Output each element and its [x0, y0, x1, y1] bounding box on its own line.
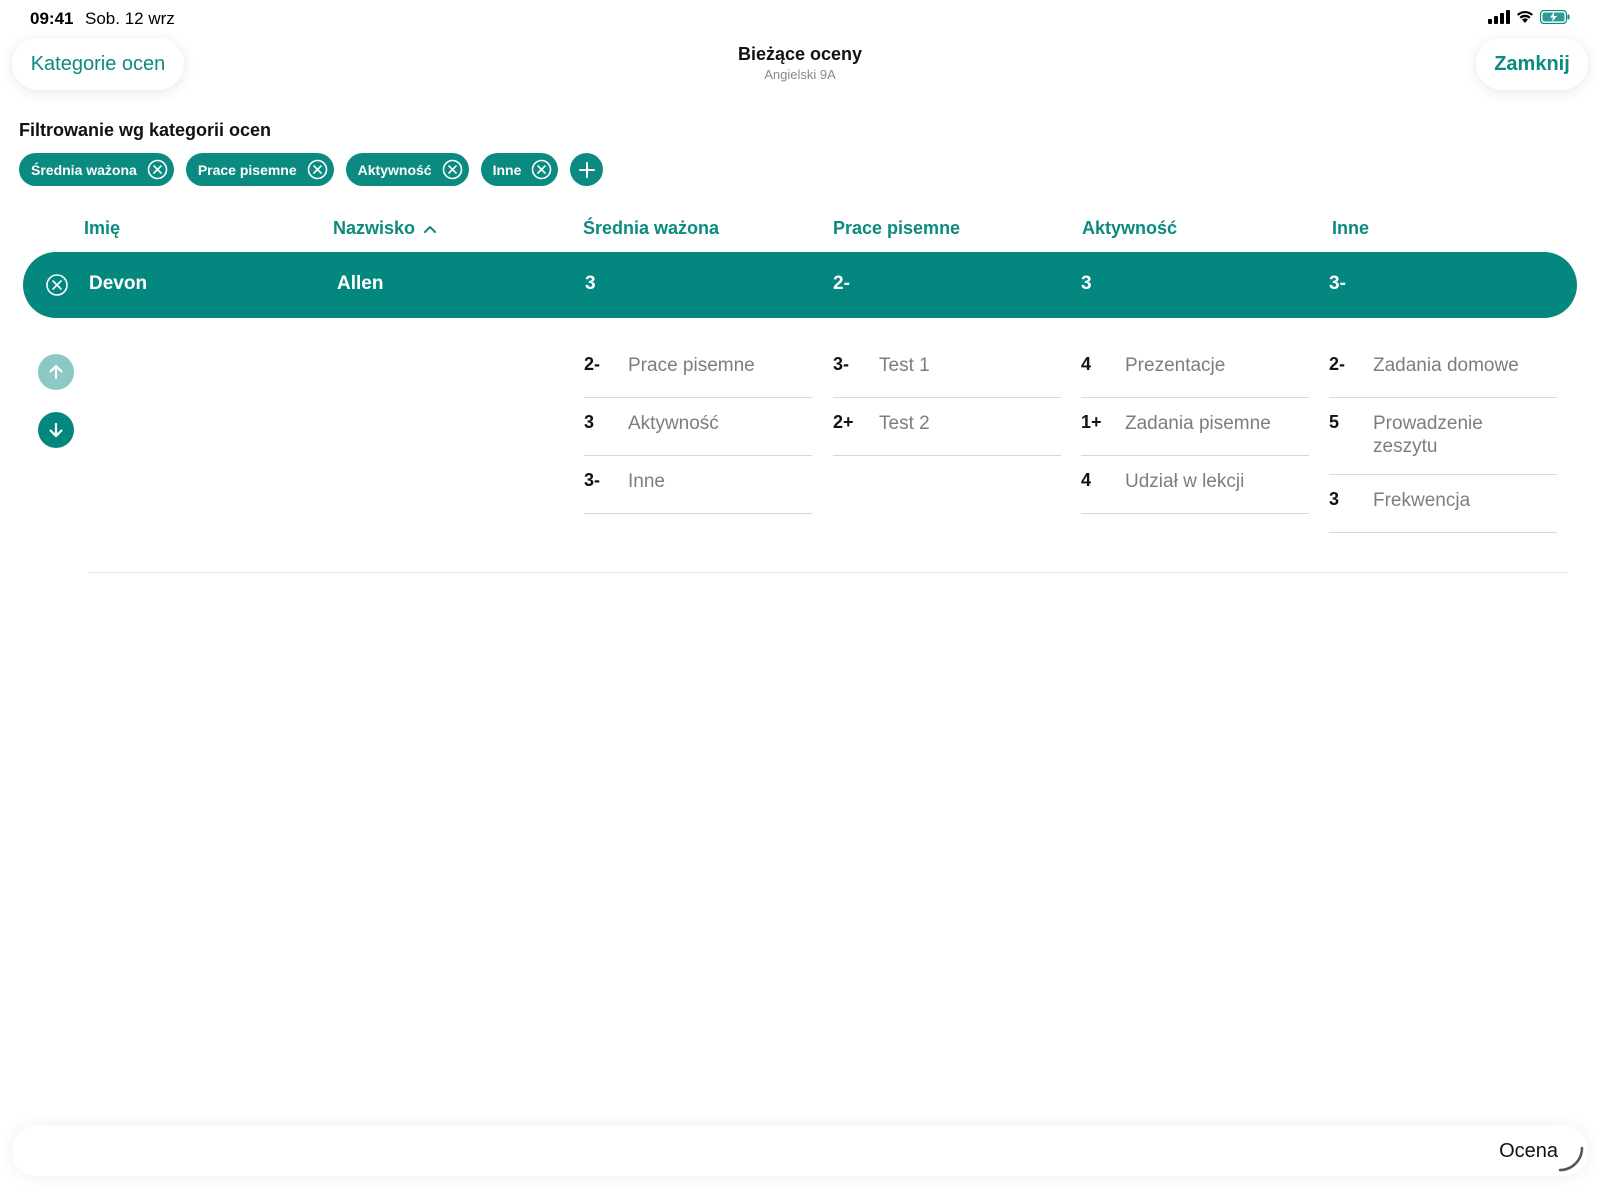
column-header-srednia[interactable]: Średnia ważona: [583, 218, 719, 239]
battery-icon: [1540, 10, 1570, 24]
status-bar: 09:41 Sob. 12 wrz: [0, 0, 1600, 36]
detail-grade: 3-: [833, 354, 850, 374]
column-header-first-name[interactable]: Imię: [84, 218, 120, 239]
detail-category: Test 1: [879, 355, 930, 376]
filter-chip-srednia[interactable]: Średnia ważona: [19, 153, 174, 186]
next-student-button[interactable]: [38, 412, 74, 448]
detail-category: Inne: [628, 471, 665, 492]
column-header-prace[interactable]: Prace pisemne: [833, 218, 960, 239]
arrow-up-icon: [49, 364, 63, 380]
column-header-last-name[interactable]: Nazwisko: [333, 218, 437, 239]
detail-column-aktywnosc: 4 Prezentacje 1+ Zadania pisemne 4 Udzia…: [1081, 340, 1309, 514]
list-item: 3 Frekwencja: [1329, 475, 1557, 533]
filter-chip-aktywnosc[interactable]: Aktywność: [345, 153, 469, 186]
status-icons: [1488, 10, 1570, 24]
page-subtitle: Angielski 9A: [764, 67, 836, 82]
detail-category: Prezentacje: [1125, 355, 1226, 376]
detail-grade: 2+: [833, 412, 854, 432]
detail-category: Prowadzenie zeszytu: [1373, 413, 1483, 457]
detail-category: Test 2: [879, 413, 930, 434]
chip-label: Aktywność: [357, 161, 432, 178]
detail-grade: 2-: [584, 354, 601, 374]
column-header-label: Imię: [84, 218, 121, 238]
detail-grade: 4: [1081, 354, 1092, 374]
table-row-selected[interactable]: Devon Allen 3 2- 3 3-: [23, 252, 1577, 318]
arrow-down-icon: [49, 422, 63, 438]
previous-student-button[interactable]: [38, 354, 74, 390]
column-header-inne[interactable]: Inne: [1332, 218, 1369, 239]
detail-category: Prace pisemne: [628, 355, 755, 376]
deselect-row-icon[interactable]: [44, 272, 70, 298]
divider: [88, 572, 1568, 573]
column-header-label: Średnia ważona: [583, 218, 720, 238]
detail-grade: 1+: [1081, 412, 1102, 432]
list-item: 5 Prowadzenie zeszytu: [1329, 398, 1557, 475]
remove-chip-icon[interactable]: [147, 159, 168, 180]
column-header-aktywnosc[interactable]: Aktywność: [1082, 218, 1177, 239]
cell-inne: 3-: [1329, 273, 1346, 294]
detail-grade: 4: [1081, 470, 1092, 490]
detail-category: Zadania domowe: [1373, 355, 1519, 376]
add-filter-button[interactable]: [570, 153, 604, 186]
column-header-label: Nazwisko: [333, 218, 416, 238]
filter-chip-inne[interactable]: Inne: [480, 153, 559, 186]
cell-first-name: Devon: [89, 273, 148, 294]
plus-icon: [578, 161, 595, 178]
list-item: 2- Zadania domowe: [1329, 340, 1557, 398]
remove-chip-icon[interactable]: [442, 159, 463, 180]
list-item: 3- Test 1: [833, 340, 1061, 398]
remove-chip-icon[interactable]: [307, 159, 328, 180]
detail-category: Zadania pisemne: [1125, 413, 1271, 434]
remove-chip-icon[interactable]: [531, 159, 552, 180]
detail-grade: 2-: [1329, 354, 1346, 374]
cell-prace: 2-: [833, 273, 850, 294]
sort-ascending-icon: [424, 225, 437, 233]
detail-grade: 3: [584, 412, 595, 432]
close-button[interactable]: Zamknij: [1476, 38, 1588, 90]
column-header-label: Prace pisemne: [833, 218, 961, 238]
status-time: 09:41: [30, 9, 74, 28]
chip-label: Inne: [492, 161, 522, 178]
status-date: Sob. 12 wrz: [85, 9, 175, 28]
column-header-label: Aktywność: [1082, 218, 1178, 238]
wifi-icon: [1517, 11, 1533, 23]
chip-label: Prace pisemne: [197, 161, 297, 178]
cell-aktywnosc: 3: [1081, 273, 1092, 294]
cell-srednia: 3: [585, 273, 596, 294]
detail-column-inne: 2- Zadania domowe 5 Prowadzenie zeszytu …: [1329, 340, 1557, 533]
list-item: 1+ Zadania pisemne: [1081, 398, 1309, 456]
detail-grade: 5: [1329, 412, 1340, 432]
detail-category: Aktywność: [628, 413, 719, 434]
cell-last-name: Allen: [337, 273, 384, 294]
column-header-label: Inne: [1332, 218, 1370, 238]
list-item: 3 Aktywność: [584, 398, 812, 456]
detail-grade: 3-: [584, 470, 601, 490]
detail-category: Frekwencja: [1373, 490, 1471, 511]
list-item: 4 Udział w lekcji: [1081, 456, 1309, 514]
detail-grade: 3: [1329, 489, 1340, 509]
signal-icon: [1488, 10, 1510, 24]
filter-label: Filtrowanie wg kategorii ocen: [19, 120, 272, 140]
chip-label: Średnia ważona: [31, 161, 137, 178]
detail-category: Udział w lekcji: [1125, 471, 1245, 492]
list-item: 2+ Test 2: [833, 398, 1061, 456]
bottom-bar[interactable]: Ocena: [12, 1126, 1588, 1176]
grade-label: Ocena: [1499, 1140, 1558, 1162]
page-title: Bieżące oceny: [737, 44, 863, 64]
list-item: 3- Inne: [584, 456, 812, 514]
filter-chip-prace[interactable]: Prace pisemne: [185, 153, 334, 186]
detail-column-prace: 3- Test 1 2+ Test 2: [833, 340, 1061, 456]
filter-chips: Średnia ważona Prace pisemne Aktywność I…: [19, 153, 604, 186]
list-item: 4 Prezentacje: [1081, 340, 1309, 398]
detail-column-srednia: 2- Prace pisemne 3 Aktywność 3- Inne: [584, 340, 812, 514]
resize-handle-icon: [1558, 1146, 1584, 1172]
list-item: 2- Prace pisemne: [584, 340, 812, 398]
